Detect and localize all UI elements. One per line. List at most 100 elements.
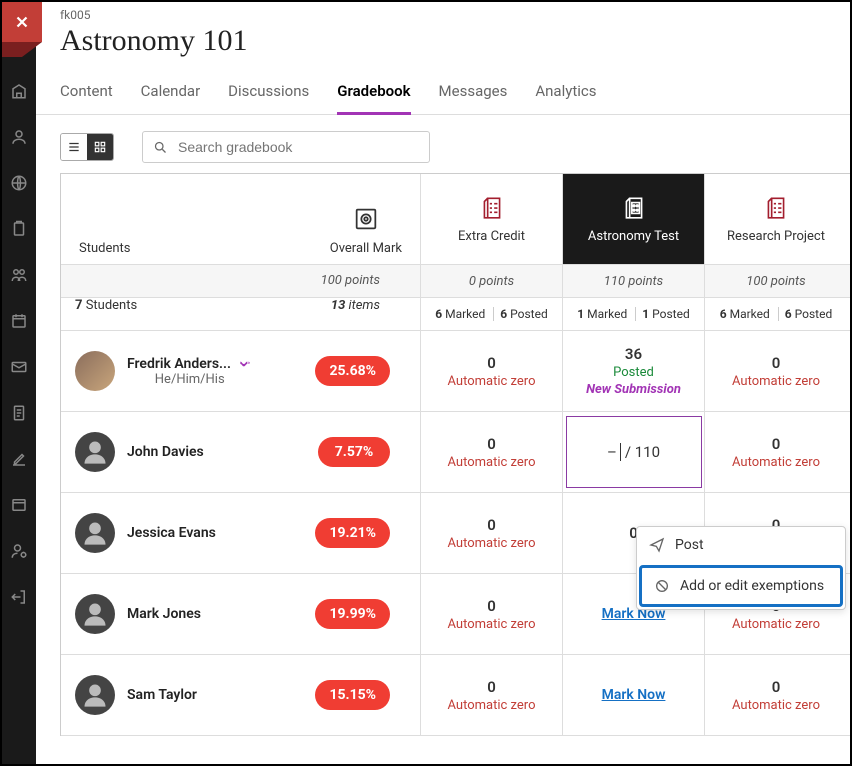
grade-input-cell[interactable]: – / 110 bbox=[563, 412, 705, 492]
research-project-label: Research Project bbox=[727, 229, 825, 244]
course-code: fk005 bbox=[60, 8, 826, 22]
prohibit-icon bbox=[654, 578, 670, 594]
student-name[interactable]: Sam Taylor bbox=[127, 687, 197, 703]
grade-cell[interactable]: 0 Automatic zero bbox=[421, 331, 563, 411]
research-points: 100 points bbox=[746, 274, 805, 289]
calendar-icon[interactable] bbox=[10, 312, 28, 330]
close-icon bbox=[13, 13, 31, 31]
person-icon bbox=[81, 438, 109, 466]
avatar bbox=[75, 432, 115, 472]
signout-icon[interactable] bbox=[10, 588, 28, 606]
grid-header-row: Students Overall Mark Extra Credit bbox=[61, 174, 850, 265]
gradebook-grid: Students Overall Mark Extra Credit bbox=[60, 173, 850, 736]
student-count: 7 Students bbox=[75, 298, 137, 313]
student-name[interactable]: Mark Jones bbox=[127, 606, 201, 622]
person-icon bbox=[81, 681, 109, 709]
course-tabs: Content Calendar Discussions Gradebook M… bbox=[36, 72, 850, 115]
grade-cell[interactable]: 36 Posted New Submission bbox=[563, 331, 705, 411]
assignment-icon bbox=[479, 195, 505, 221]
institution-icon[interactable] bbox=[10, 82, 28, 100]
overall-grade-pill[interactable]: 7.57% bbox=[318, 437, 390, 467]
overall-items: 13 items bbox=[331, 298, 380, 313]
student-row: John Davies 7.57% 0 Automatic zero – / 1… bbox=[61, 412, 850, 493]
search-input[interactable] bbox=[176, 138, 419, 156]
grade-cell-menu: Post Add or edit exemptions bbox=[636, 526, 846, 610]
exemptions-option[interactable]: Add or edit exemptions bbox=[639, 565, 843, 607]
student-row: Sam Taylor 15.15% 0 Automatic zero Mark … bbox=[61, 655, 850, 736]
window-icon[interactable] bbox=[10, 496, 28, 514]
send-icon bbox=[649, 537, 665, 553]
astro-points: 110 points bbox=[604, 274, 663, 289]
document-icon[interactable] bbox=[10, 404, 28, 422]
avatar bbox=[75, 351, 115, 391]
research-project-header[interactable]: Research Project bbox=[705, 174, 847, 264]
student-row: Fredrik Anders... He/Him/His 25.68% 0 Au… bbox=[61, 331, 850, 412]
tab-discussions[interactable]: Discussions bbox=[228, 72, 309, 114]
extra-credit-header[interactable]: Extra Credit bbox=[421, 174, 563, 264]
student-name[interactable]: Jessica Evans bbox=[127, 525, 216, 541]
extra-points: 0 points bbox=[469, 274, 514, 289]
clipboard-icon[interactable] bbox=[10, 220, 28, 238]
grade-cell[interactable]: 0 Automatic zero bbox=[421, 412, 563, 492]
overall-grade-pill[interactable]: 19.21% bbox=[315, 518, 390, 548]
students-header-cell: Students Overall Mark bbox=[61, 174, 421, 264]
grade-cell[interactable]: 0 Automatic zero bbox=[421, 655, 563, 735]
grade-cell[interactable]: 0 Automatic zero bbox=[705, 331, 847, 411]
astronomy-test-label: Astronomy Test bbox=[588, 229, 679, 244]
accommodation-icon bbox=[238, 357, 252, 371]
person-icon bbox=[81, 600, 109, 628]
astro-summary: 1 Marked1 Posted bbox=[577, 307, 690, 321]
overall-icon bbox=[352, 205, 380, 233]
students-header-label: Students bbox=[79, 241, 131, 256]
edit-icon[interactable] bbox=[10, 450, 28, 468]
overall-grade-pill[interactable]: 15.15% bbox=[315, 680, 390, 710]
grid-view-button[interactable] bbox=[87, 134, 113, 160]
points-row: 100 points 0 points 110 points 100 point… bbox=[61, 265, 850, 298]
course-header: fk005 Astronomy 101 bbox=[36, 2, 850, 58]
gradebook-toolbar bbox=[36, 115, 850, 173]
grid-icon bbox=[93, 140, 107, 154]
grade-cell[interactable]: 0 Automatic zero bbox=[421, 493, 563, 573]
grade-max: / 110 bbox=[625, 443, 660, 461]
avatar bbox=[75, 594, 115, 634]
tab-gradebook[interactable]: Gradebook bbox=[337, 72, 410, 115]
person-icon bbox=[81, 519, 109, 547]
tab-messages[interactable]: Messages bbox=[439, 72, 508, 114]
messages-icon[interactable] bbox=[10, 358, 28, 376]
extra-summary: 6 Marked6 Posted bbox=[435, 307, 548, 321]
student-name[interactable]: John Davies bbox=[127, 444, 204, 460]
research-summary: 6 Marked6 Posted bbox=[720, 307, 833, 321]
view-toggle bbox=[60, 133, 114, 161]
profile-icon[interactable] bbox=[10, 128, 28, 146]
admin-icon[interactable] bbox=[10, 542, 28, 560]
mark-now-link[interactable]: Mark Now bbox=[602, 687, 666, 703]
student-name[interactable]: Fredrik Anders... bbox=[127, 356, 231, 372]
grade-cell[interactable]: 0 Automatic zero bbox=[705, 655, 847, 735]
avatar bbox=[75, 513, 115, 553]
extra-credit-label: Extra Credit bbox=[458, 229, 525, 244]
assignment-icon bbox=[763, 195, 789, 221]
global-nav bbox=[2, 2, 36, 764]
search-icon bbox=[153, 140, 168, 155]
grade-input-value[interactable]: – bbox=[607, 443, 621, 461]
grade-cell[interactable]: 0 Automatic zero bbox=[705, 412, 847, 492]
tab-calendar[interactable]: Calendar bbox=[141, 72, 201, 114]
test-icon bbox=[621, 195, 647, 221]
search-box[interactable] bbox=[142, 131, 430, 163]
close-button[interactable] bbox=[2, 2, 42, 42]
course-title: Astronomy 101 bbox=[60, 24, 826, 58]
grade-cell[interactable]: Mark Now bbox=[563, 655, 705, 735]
overall-grade-pill[interactable]: 19.99% bbox=[315, 599, 390, 629]
tab-analytics[interactable]: Analytics bbox=[535, 72, 596, 114]
student-pronouns: He/Him/His bbox=[127, 372, 252, 387]
astronomy-test-header[interactable]: Astronomy Test bbox=[563, 174, 705, 264]
list-view-button[interactable] bbox=[61, 134, 87, 160]
grade-cell[interactable]: 0 Automatic zero bbox=[421, 574, 563, 654]
globe-icon[interactable] bbox=[10, 174, 28, 192]
list-icon bbox=[67, 140, 81, 154]
overall-grade-pill[interactable]: 25.68% bbox=[315, 356, 390, 386]
post-option[interactable]: Post bbox=[637, 527, 845, 563]
tab-content[interactable]: Content bbox=[60, 72, 113, 114]
avatar bbox=[75, 675, 115, 715]
groups-icon[interactable] bbox=[10, 266, 28, 284]
